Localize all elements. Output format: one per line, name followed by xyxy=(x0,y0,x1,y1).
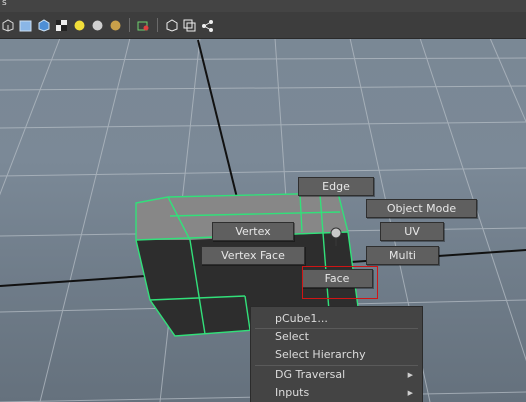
isolate-icon[interactable] xyxy=(164,18,179,33)
3d-viewport[interactable]: s Edge Object Mode Vertex UV Vertex Face… xyxy=(0,0,526,402)
mm-edge-label: Edge xyxy=(322,180,350,193)
ctx-select[interactable]: Select xyxy=(275,328,309,345)
submenu-arrow-icon: ▶ xyxy=(407,371,413,379)
mm-vertex-button[interactable]: Vertex xyxy=(212,222,294,241)
cube-wire-icon[interactable] xyxy=(0,18,15,33)
submenu-arrow-icon: ▶ xyxy=(407,389,413,397)
ctx-select-hierarchy[interactable]: Select Hierarchy xyxy=(275,346,366,363)
cube-textured-icon[interactable] xyxy=(36,18,51,33)
ctx-object-name[interactable]: pCube1... xyxy=(275,310,328,327)
context-menu: pCube1... Select Select Hierarchy DG Tra… xyxy=(250,306,423,402)
toolbar-icons xyxy=(0,14,215,36)
sphere-grey-icon[interactable] xyxy=(90,18,105,33)
checker-icon[interactable] xyxy=(54,18,69,33)
panel-title: s xyxy=(2,0,7,8)
ctx-inputs[interactable]: Inputs xyxy=(275,384,309,401)
mm-multi-label: Multi xyxy=(389,249,416,262)
mm-vertex-label: Vertex xyxy=(235,225,271,238)
mm-vertex-face-label: Vertex Face xyxy=(221,249,285,262)
mm-edge-button[interactable]: Edge xyxy=(298,177,374,196)
mm-object-mode-button[interactable]: Object Mode xyxy=(366,199,477,218)
toolbar-divider xyxy=(129,18,130,32)
light-yellow-icon[interactable] xyxy=(72,18,87,33)
face-highlight-box xyxy=(302,266,378,299)
mm-uv-button[interactable]: UV xyxy=(380,222,444,241)
cube-smooth-icon[interactable] xyxy=(18,18,33,33)
share-icon[interactable] xyxy=(200,18,215,33)
viewport-toolbar: s xyxy=(0,0,526,39)
panel-title-bar: s xyxy=(0,0,526,12)
mm-object-mode-label: Object Mode xyxy=(386,202,457,215)
sphere-gold-icon[interactable] xyxy=(108,18,123,33)
mm-uv-label: UV xyxy=(404,225,420,238)
camera-icon[interactable] xyxy=(136,18,151,33)
toolbar-divider xyxy=(157,18,158,32)
ctx-dg-traversal[interactable]: DG Traversal xyxy=(275,366,345,383)
xray-icon[interactable] xyxy=(182,18,197,33)
mm-multi-button[interactable]: Multi xyxy=(366,246,439,265)
mm-vertex-face-button[interactable]: Vertex Face xyxy=(201,246,305,265)
